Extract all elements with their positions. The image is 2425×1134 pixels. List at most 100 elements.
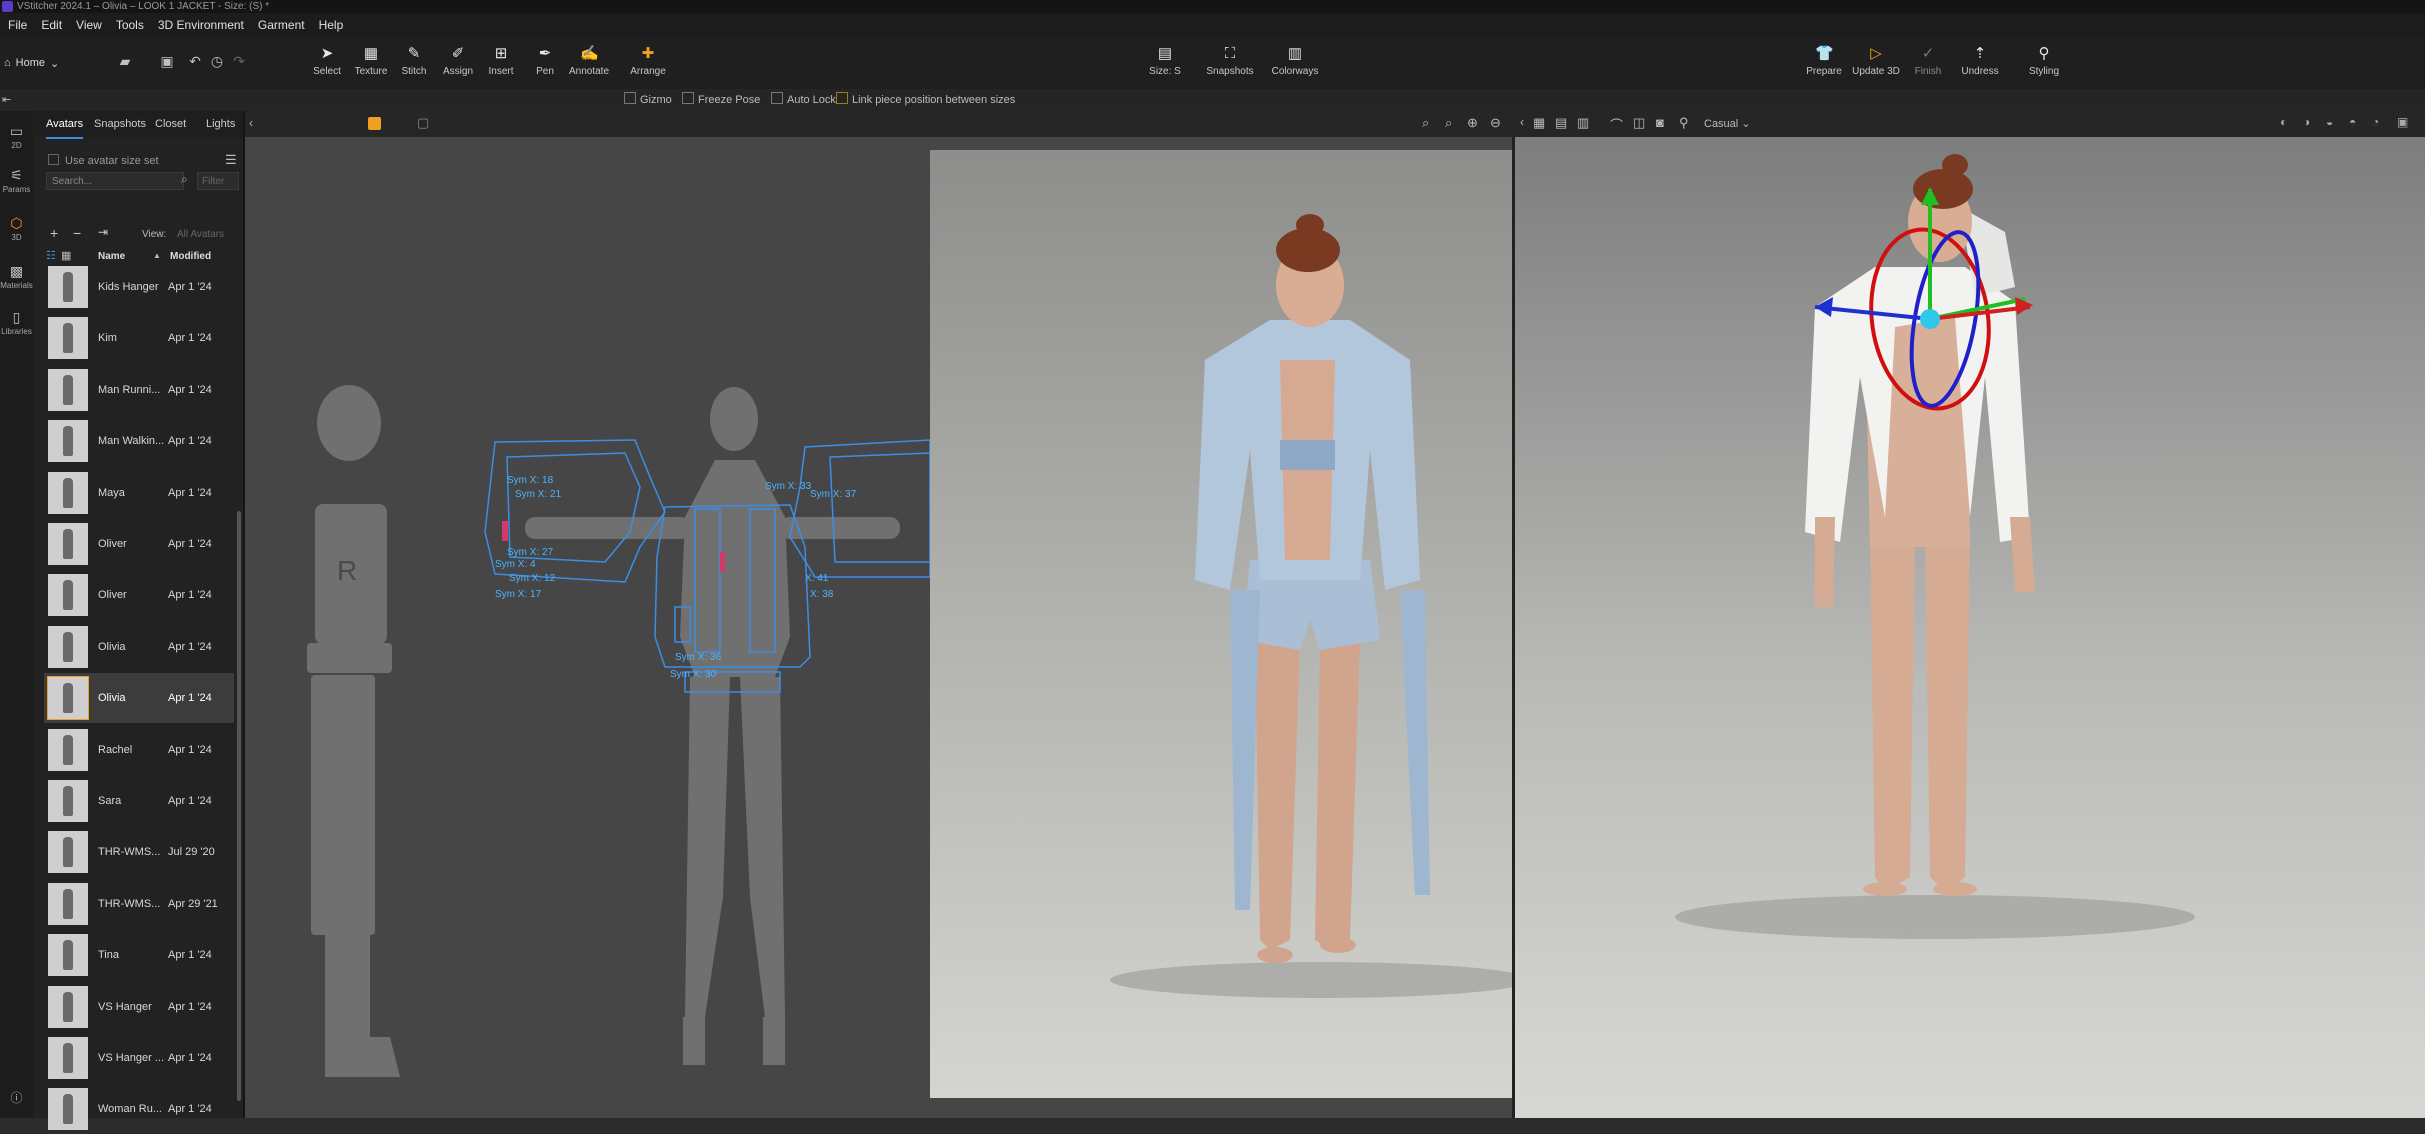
section-icon[interactable]: ◫ <box>1633 115 1645 131</box>
link-piece-checkbox <box>836 92 848 104</box>
menu-help[interactable]: Help <box>313 13 352 37</box>
list-item[interactable]: Kids Hanger Apr 1 '24 <box>44 262 234 312</box>
list-item[interactable]: Oliver Apr 1 '24 <box>44 519 234 569</box>
use-avatar-size-set[interactable]: Use avatar size set <box>48 154 159 167</box>
list-menu-icon[interactable]: ☰ <box>225 152 237 168</box>
save-icon[interactable]: ▣ <box>158 52 176 70</box>
column-modified[interactable]: Modified <box>170 251 211 262</box>
ruler-icon[interactable]: ▥ <box>1577 115 1589 131</box>
list-item[interactable]: Man Runni... Apr 1 '24 <box>44 365 234 415</box>
insert-tool-button[interactable]: ⊞ Insert <box>476 45 526 77</box>
zoom-fit-icon[interactable]: ⌕ <box>1422 115 1429 131</box>
menu-view[interactable]: View <box>70 13 110 37</box>
rail-3d[interactable]: ⬡ 3D <box>0 215 33 242</box>
remove-icon[interactable]: − <box>73 225 81 241</box>
collapse-3d-icon[interactable]: ‹ <box>1520 115 1524 129</box>
collapse-panel-icon[interactable]: ⇤ <box>2 89 11 111</box>
undress-button[interactable]: ⇡ Undress <box>1955 45 2005 77</box>
texture-view-icon[interactable]: ◒ <box>2326 115 2333 129</box>
menu-garment[interactable]: Garment <box>252 13 313 37</box>
tab-lights[interactable]: Lights <box>206 111 235 137</box>
stitch-tool-button[interactable]: ✎ Stitch <box>389 45 439 77</box>
view-dropdown[interactable]: All Avatars <box>177 229 224 240</box>
2d-icon: ▭ <box>9 123 24 139</box>
3d-viewport-secondary[interactable] <box>1515 137 2425 1118</box>
list-item[interactable]: Sara Apr 1 '24 <box>44 776 234 826</box>
use-avatar-size-set-label: Use avatar size set <box>65 155 159 167</box>
zoom-in-icon[interactable]: ⊕ <box>1467 115 1478 131</box>
rail-params[interactable]: ⚟ Params <box>0 167 33 194</box>
prepare-button[interactable]: 👕 Prepare <box>1799 45 1849 77</box>
tab-avatars[interactable]: Avatars <box>46 111 84 139</box>
search-icon[interactable]: ⌕ <box>181 172 188 187</box>
list-item[interactable]: Woman Ru... Apr 1 '24 <box>44 1084 234 1134</box>
tab-snapshots[interactable]: Snapshots <box>94 111 146 137</box>
list-view-icon[interactable]: ☷ <box>46 249 56 262</box>
list-item[interactable]: Tina Apr 1 '24 <box>44 930 234 980</box>
avatar-view-icon[interactable]: ◓ <box>2349 115 2356 129</box>
size-dropdown[interactable]: ▤ Size: S <box>1140 45 1190 77</box>
home-dropdown[interactable]: ⌂ Home ⌄ <box>4 51 59 75</box>
styling-button[interactable]: ⚲ Styling <box>2019 45 2069 77</box>
search-input[interactable]: Search... <box>46 172 184 190</box>
arrange-tool-button[interactable]: ✚ Arrange <box>623 45 673 77</box>
view-settings-icon[interactable]: ▣ <box>2397 115 2408 129</box>
filter-dropdown[interactable]: Filter <box>197 172 239 190</box>
render-mode-icon[interactable]: ◐ <box>2280 115 2287 129</box>
update-3d-button[interactable]: ▷ Update 3D <box>1851 45 1901 77</box>
rail-libraries[interactable]: ▯ Libraries <box>0 309 33 336</box>
zoom-selection-icon[interactable]: ⌕ <box>1445 115 1452 131</box>
list-item[interactable]: VS Hanger ... Apr 1 '24 <box>44 1033 234 1083</box>
menu-tools[interactable]: Tools <box>110 13 152 37</box>
redo-icon[interactable]: ↷ <box>230 52 248 70</box>
select-tool-button[interactable]: ➤ Select <box>302 45 352 77</box>
measure-icon[interactable]: ⌒ <box>1610 115 1623 134</box>
environment-dropdown[interactable]: Casual ⌄ <box>1704 117 1751 130</box>
undo-icon[interactable]: ↶ <box>186 52 204 70</box>
list-item[interactable]: Oliver Apr 1 '24 <box>44 570 234 620</box>
tab-closet[interactable]: Closet <box>155 111 186 137</box>
rail-2d[interactable]: ▭ 2D <box>0 123 33 150</box>
add-icon[interactable]: + <box>50 225 58 241</box>
list-item[interactable]: Man Walkin... Apr 1 '24 <box>44 416 234 466</box>
list-item[interactable]: THR-WMS... Apr 29 '21 <box>44 879 234 929</box>
gizmo-toggle[interactable]: Gizmo <box>624 89 672 111</box>
garment-view-icon[interactable]: ◔ <box>2372 115 2379 129</box>
column-name[interactable]: Name <box>98 251 125 262</box>
2d-tool-icon[interactable]: ▢ <box>417 115 429 131</box>
list-item[interactable]: Olivia Apr 1 '24 <box>44 622 234 672</box>
freeze-pose-toggle[interactable]: Freeze Pose <box>682 89 760 111</box>
list-item[interactable]: VS Hanger Apr 1 '24 <box>44 982 234 1032</box>
auto-lock-toggle[interactable]: Auto Lock <box>771 89 836 111</box>
pen-tool-button[interactable]: ✒ Pen <box>520 45 570 77</box>
pen-label: Pen <box>536 66 554 77</box>
floor-icon[interactable]: ▤ <box>1555 115 1567 131</box>
export-icon[interactable]: ⇥ <box>98 225 108 239</box>
shading-icon[interactable]: ◑ <box>2303 115 2310 129</box>
list-item[interactable]: Rachel Apr 1 '24 <box>44 725 234 775</box>
colorways-dropdown[interactable]: ▥ Colorways <box>1270 45 1320 77</box>
snapshots-dropdown[interactable]: ⛶ Snapshots <box>1205 45 1255 77</box>
list-scrollbar[interactable] <box>237 511 241 1101</box>
zoom-out-icon[interactable]: ⊖ <box>1490 115 1501 131</box>
grid-view-icon[interactable]: ▦ <box>61 249 71 262</box>
folder-icon[interactable]: ▰ <box>116 52 134 70</box>
annotate-tool-button[interactable]: ✍ Annotate <box>564 45 614 77</box>
camera-icon[interactable]: ◙ <box>1656 115 1664 130</box>
info-icon[interactable]: ⓘ <box>0 1089 33 1107</box>
grid-icon[interactable]: ▦ <box>1533 115 1545 131</box>
list-item[interactable]: THR-WMS... Jul 29 '20 <box>44 827 234 877</box>
list-item[interactable]: Olivia Apr 1 '24 <box>44 673 234 724</box>
arrange-mode-icon[interactable] <box>368 117 381 130</box>
rail-materials[interactable]: ▩ Materials <box>0 263 33 290</box>
light-icon[interactable]: ⚲ <box>1679 115 1689 131</box>
finish-button[interactable]: ✓ Finish <box>1903 45 1953 77</box>
list-item[interactable]: Kim Apr 1 '24 <box>44 313 234 363</box>
menu-3d-environment[interactable]: 3D Environment <box>152 13 252 37</box>
menu-edit[interactable]: Edit <box>35 13 70 37</box>
history-icon[interactable]: ◷ <box>208 52 226 70</box>
list-item[interactable]: Maya Apr 1 '24 <box>44 468 234 518</box>
link-piece-toggle[interactable]: Link piece position between sizes <box>836 89 1015 111</box>
collapse-left-icon[interactable]: ‹ <box>249 116 253 130</box>
menu-file[interactable]: File <box>2 13 35 37</box>
